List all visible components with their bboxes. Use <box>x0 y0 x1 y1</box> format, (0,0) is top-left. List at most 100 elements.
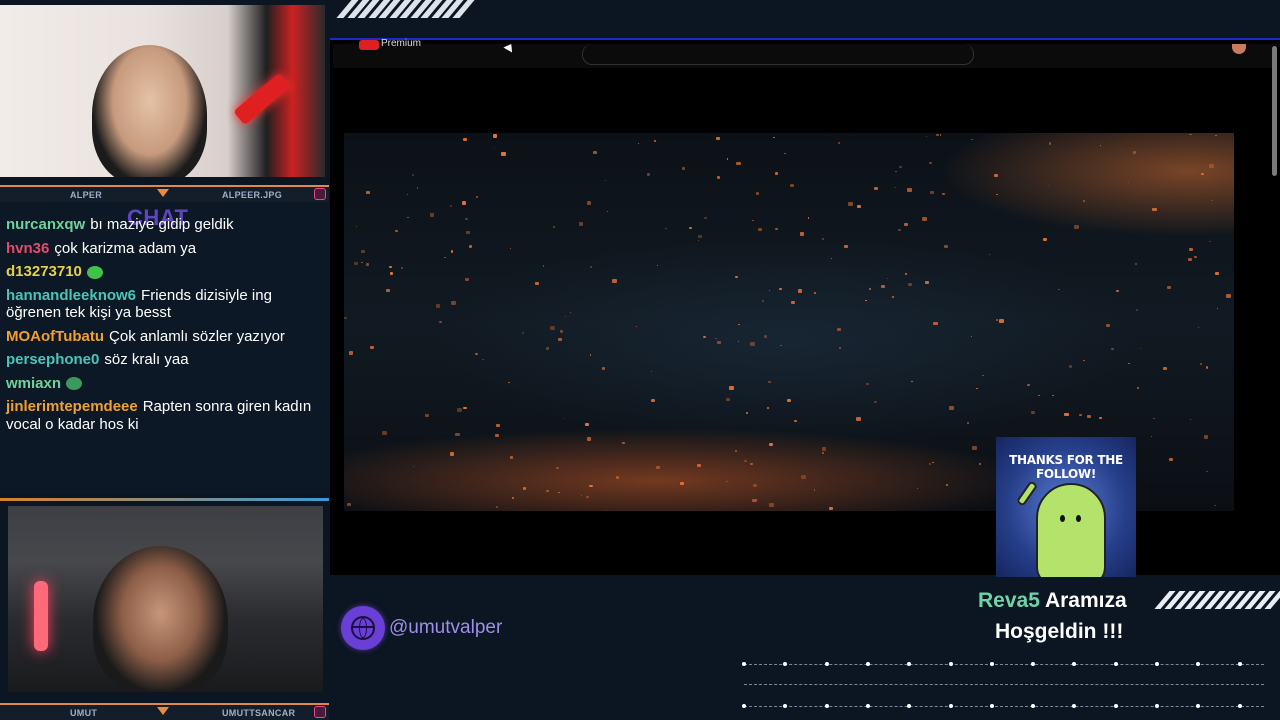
social-handle: @umutvalper <box>341 606 502 650</box>
ember-particle <box>933 321 938 326</box>
chat-divider <box>0 498 329 501</box>
ember-particle <box>837 327 842 332</box>
ember-particle <box>790 300 796 305</box>
globe-icon <box>341 606 385 650</box>
ember-particle <box>715 337 717 340</box>
ember-particle <box>761 299 765 302</box>
ember-particle <box>507 381 510 384</box>
ember-particle <box>468 245 473 249</box>
ember-particle <box>769 442 773 446</box>
ember-particle <box>1136 387 1140 389</box>
ember-particle <box>407 216 409 219</box>
grid-column <box>1237 660 1242 710</box>
ember-particle <box>929 161 933 165</box>
ember-particle <box>873 400 878 404</box>
instagram-icon <box>314 706 326 718</box>
ember-particle <box>780 344 782 347</box>
ember-particle <box>936 134 939 137</box>
ember-particle <box>1211 200 1213 202</box>
ember-particle <box>466 230 471 234</box>
ember-particle <box>1167 285 1172 289</box>
ember-particle <box>522 332 525 335</box>
follow-alert-line1: Reva5 Aramıza <box>978 589 1127 613</box>
ember-particle <box>500 151 506 156</box>
ember-particle <box>511 497 514 499</box>
ember-particle <box>494 147 496 149</box>
ember-particle <box>856 417 861 421</box>
ember-particle <box>509 247 511 249</box>
ember-particle <box>726 481 728 483</box>
ember-particle <box>910 380 913 382</box>
ember-particle <box>814 292 816 294</box>
ember-particle <box>430 213 435 217</box>
ember-particle <box>370 346 374 350</box>
ember-particle <box>899 165 902 168</box>
ember-particle <box>750 462 754 466</box>
ember-particle <box>757 228 762 232</box>
webcam-bottom <box>8 506 323 692</box>
ember-particle <box>635 325 638 327</box>
ember-particle <box>821 451 824 454</box>
youtube-search-input[interactable] <box>582 44 974 65</box>
ember-particle <box>698 235 702 239</box>
ember-particle <box>1068 365 1073 368</box>
ember-particle <box>786 398 792 402</box>
ember-particle <box>1150 435 1152 437</box>
chat-message: nurcanxqw bı maziye gidip geldik <box>6 216 322 234</box>
triangle-down-icon <box>157 189 169 197</box>
ember-particle <box>703 336 706 339</box>
grid-column <box>1031 660 1036 710</box>
ember-particle <box>1027 383 1031 387</box>
ember-particle <box>496 424 501 428</box>
ember-particle <box>926 135 928 137</box>
page-scrollbar[interactable] <box>1272 46 1277 176</box>
ember-particle <box>931 461 934 464</box>
follow-alert-username: Reva5 <box>978 589 1040 612</box>
ember-particle <box>696 463 701 467</box>
ember-particle <box>390 272 393 275</box>
ember-particle <box>604 179 607 181</box>
grid-column <box>824 660 829 710</box>
youtube-logo-icon[interactable] <box>359 40 379 50</box>
ember-particle <box>1052 394 1054 396</box>
ember-particle <box>1205 470 1208 473</box>
grid-column <box>865 660 870 710</box>
ember-particle <box>457 408 462 412</box>
ember-particle <box>1215 134 1217 137</box>
grid-column <box>948 660 953 710</box>
bean-character-icon <box>1036 483 1106 577</box>
ember-particle <box>589 354 592 356</box>
ember-particle <box>546 490 549 493</box>
ember-particle <box>439 320 442 323</box>
ember-particle <box>495 505 499 508</box>
microphone-arm <box>233 72 291 126</box>
ember-particle <box>1139 347 1142 349</box>
ember-particle <box>1215 271 1220 275</box>
triangle-down-icon <box>157 707 169 715</box>
ember-particle <box>465 277 470 282</box>
ember-particle <box>549 325 555 330</box>
ember-particle <box>587 437 592 441</box>
ember-particle <box>361 261 363 263</box>
ember-particle <box>463 406 467 410</box>
ember-particle <box>586 201 591 205</box>
ember-particle <box>848 202 853 206</box>
chat-message: hannandleeknow6 Friends dizisiyle ing öğr… <box>6 287 322 322</box>
ember-particle <box>365 191 370 195</box>
ember-particle <box>461 201 466 205</box>
ember-particle <box>354 261 359 265</box>
youtube-brand-label: Premium <box>381 38 422 49</box>
ember-particle <box>924 280 929 285</box>
ember-particle <box>995 319 998 321</box>
ember-particle <box>1134 263 1137 265</box>
ember-particle <box>773 136 775 138</box>
ember-particle <box>800 475 806 479</box>
ember-particle <box>451 300 457 305</box>
ember-particle <box>874 187 878 191</box>
ember-particle <box>994 174 999 178</box>
grid-line <box>744 664 1264 665</box>
ember-particle <box>779 287 782 291</box>
waving-arm <box>1015 480 1039 507</box>
ember-particle <box>355 225 358 227</box>
ember-particle <box>1197 327 1200 329</box>
